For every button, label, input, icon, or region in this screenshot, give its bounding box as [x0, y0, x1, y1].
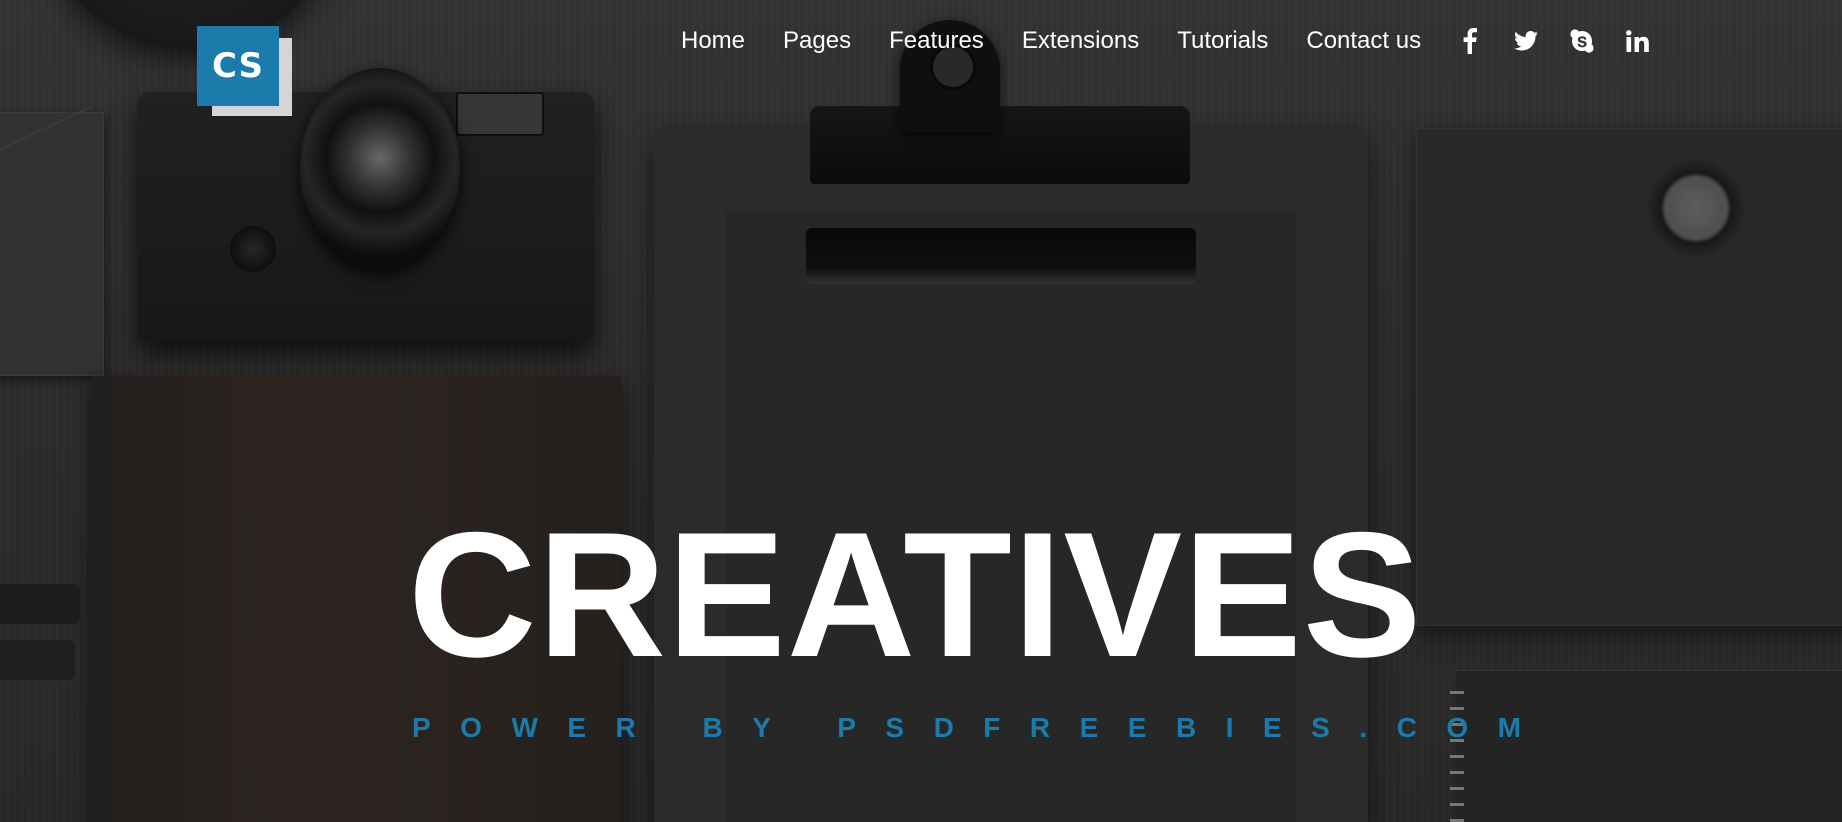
dark-overlay: [0, 0, 1842, 822]
main-nav: Home Pages Features Extensions Tutorials…: [681, 26, 1651, 56]
nav-link-features[interactable]: Features: [889, 27, 984, 55]
hero-section: CS Home Pages Features Extensions Tutori…: [0, 0, 1842, 822]
facebook-icon[interactable]: [1457, 28, 1483, 54]
logo-mark: CS: [197, 26, 279, 106]
nav-link-extensions[interactable]: Extensions: [1022, 27, 1139, 55]
site-logo[interactable]: CS: [197, 26, 293, 116]
social-links: [1457, 28, 1651, 54]
nav-link-pages[interactable]: Pages: [783, 27, 851, 55]
nav-link-tutorials[interactable]: Tutorials: [1177, 27, 1268, 55]
nav-link-contact-us[interactable]: Contact us: [1306, 27, 1421, 55]
nav-link-home[interactable]: Home: [681, 27, 745, 55]
hero-tagline: POWER BY PSDFREEBIES.COM: [412, 712, 1551, 743]
hero-headline: CREATIVES: [408, 495, 1423, 694]
linkedin-icon[interactable]: [1625, 28, 1651, 54]
twitter-icon[interactable]: [1513, 28, 1539, 54]
skype-icon[interactable]: [1569, 28, 1595, 54]
